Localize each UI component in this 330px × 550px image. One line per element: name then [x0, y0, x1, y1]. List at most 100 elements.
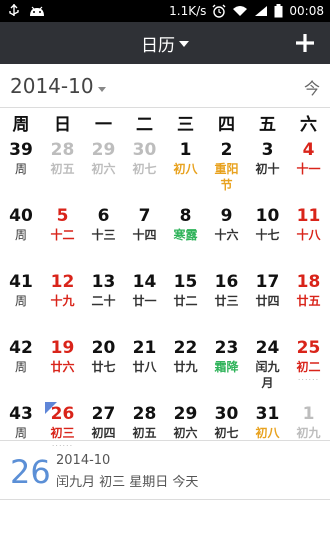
lunar-date: 十八 — [296, 228, 321, 242]
day-number: 15 — [173, 272, 198, 292]
calendar-grid: 39 周 28 初五 29 初六 30 初七 1 初八 2 重阳节 3 初十 4 十一 40 周 5 十二 6 十三 7 十四… — [0, 136, 330, 466]
day-number: 10 — [255, 206, 280, 226]
calendar-view-dropdown[interactable]: 日历 — [141, 31, 189, 56]
week-row: 39 周 28 初五 29 初六 30 初七 1 初八 2 重阳节 3 初十 4 十一 — [0, 136, 330, 202]
month-selector[interactable]: 2014-10 — [10, 74, 106, 98]
weekday-label: 二 — [136, 115, 153, 135]
day-cell[interactable]: 15 廿二 — [165, 268, 206, 334]
day-cell[interactable]: 12 十九 — [42, 268, 83, 334]
day-cell[interactable]: 29 初六 — [83, 136, 124, 202]
week-number-cell: 39 周 — [0, 136, 42, 202]
day-cell[interactable]: 7 十四 — [124, 202, 165, 268]
day-number: 1 — [302, 404, 315, 424]
day-number: 8 — [179, 206, 192, 226]
day-number: 27 — [91, 404, 116, 424]
day-number: 14 — [132, 272, 157, 292]
status-bar: 1.1K/s 00:08 — [0, 0, 330, 22]
lunar-date: 初五 — [132, 426, 157, 440]
day-number: 31 — [255, 404, 280, 424]
clock: 00:08 — [289, 4, 324, 18]
day-cell[interactable]: 28 初五 — [42, 136, 83, 202]
lunar-date: 初七 — [214, 426, 239, 440]
week-label: 周 — [14, 360, 27, 374]
lunar-date: 廿三 — [214, 294, 239, 308]
week-number-cell: 41 周 — [0, 268, 42, 334]
day-cell[interactable]: 8 寒露 — [165, 202, 206, 268]
app-title: 日历 — [141, 35, 175, 56]
go-to-today-button[interactable]: 今 — [304, 75, 320, 99]
selected-day-info: 闰九月 初三 星期日 今天 — [56, 475, 199, 490]
day-number: 30 — [132, 140, 157, 160]
lunar-date: 十四 — [132, 228, 157, 242]
lunar-date: 初九 — [296, 426, 321, 440]
day-cell[interactable]: 3 初十 — [247, 136, 288, 202]
day-cell[interactable]: 25 初二...... — [288, 334, 329, 400]
weekday-label: 日 — [54, 115, 71, 135]
today-marker-icon — [45, 402, 57, 414]
weekday-label: 五 — [259, 115, 276, 135]
day-cell[interactable]: 17 廿四 — [247, 268, 288, 334]
day-number: 13 — [91, 272, 116, 292]
day-cell[interactable]: 16 廿三 — [206, 268, 247, 334]
day-number: 25 — [296, 338, 321, 358]
day-cell[interactable]: 11 十八 — [288, 202, 329, 268]
lunar-date: 十九 — [50, 294, 75, 308]
week-label: 周 — [14, 228, 27, 242]
add-event-button[interactable] — [290, 28, 320, 58]
lunar-date: 二十 — [91, 294, 116, 308]
day-cell[interactable]: 20 廿七 — [83, 334, 124, 400]
lunar-date: 十六 — [214, 228, 239, 242]
day-cell[interactable]: 9 十六 — [206, 202, 247, 268]
day-number: 4 — [302, 140, 315, 160]
weekday-label: 三 — [177, 115, 194, 135]
day-cell[interactable]: 4 十一 — [288, 136, 329, 202]
day-cell[interactable]: 22 廿九 — [165, 334, 206, 400]
day-number: 24 — [255, 338, 280, 358]
week-number-cell: 42 周 — [0, 334, 42, 400]
day-cell[interactable]: 21 廿八 — [124, 334, 165, 400]
app-title-bar: 日历 — [0, 22, 330, 64]
lunar-date: 廿九 — [173, 360, 198, 374]
week-number: 42 — [9, 338, 33, 358]
signal-icon — [254, 5, 268, 17]
day-cell[interactable]: 14 廿一 — [124, 268, 165, 334]
lunar-date: 霜降 — [214, 360, 239, 374]
week-number: 41 — [9, 272, 33, 292]
wifi-icon — [232, 5, 248, 17]
day-cell[interactable]: 19 廿六 — [42, 334, 83, 400]
week-number: 39 — [9, 140, 33, 160]
day-cell[interactable]: 18 廿五 — [288, 268, 329, 334]
day-number: 3 — [261, 140, 274, 160]
event-indicator: ...... — [297, 373, 320, 382]
lunar-date: 廿四 — [255, 294, 280, 308]
usb-icon — [8, 4, 20, 18]
current-month-label: 2014-10 — [10, 74, 94, 98]
day-cell[interactable]: 6 十三 — [83, 202, 124, 268]
day-number: 23 — [214, 338, 239, 358]
day-cell[interactable]: 23 霜降 — [206, 334, 247, 400]
day-cell[interactable]: 13 二十 — [83, 268, 124, 334]
lunar-date: 廿七 — [91, 360, 116, 374]
day-cell[interactable]: 24 闰九月 — [247, 334, 288, 400]
divider — [0, 107, 330, 108]
day-cell[interactable]: 5 十二 — [42, 202, 83, 268]
lunar-date: 初六 — [173, 426, 198, 440]
lunar-date: 初四 — [91, 426, 116, 440]
lunar-date: 十三 — [91, 228, 116, 242]
day-number: 29 — [91, 140, 116, 160]
day-cell[interactable]: 30 初七 — [124, 136, 165, 202]
day-number: 17 — [255, 272, 280, 292]
selected-day-summary[interactable]: 26 2014-10 闰九月 初三 星期日 今天 — [0, 440, 330, 500]
selected-year-month: 2014-10 — [56, 453, 111, 468]
weekday-label: 一 — [95, 115, 112, 135]
day-cell[interactable]: 1 初八 — [165, 136, 206, 202]
plus-icon — [296, 34, 314, 52]
day-cell[interactable]: 2 重阳节 — [206, 136, 247, 202]
week-row: 41 周 12 十九 13 二十 14 廿一 15 廿二 16 廿三 17 廿四 18 廿五 — [0, 268, 330, 334]
lunar-date: 初八 — [173, 162, 198, 176]
week-number: 43 — [9, 404, 33, 424]
day-cell[interactable]: 10 十七 — [247, 202, 288, 268]
day-number: 11 — [296, 206, 321, 226]
day-number: 20 — [91, 338, 116, 358]
caret-down-icon — [97, 74, 106, 98]
